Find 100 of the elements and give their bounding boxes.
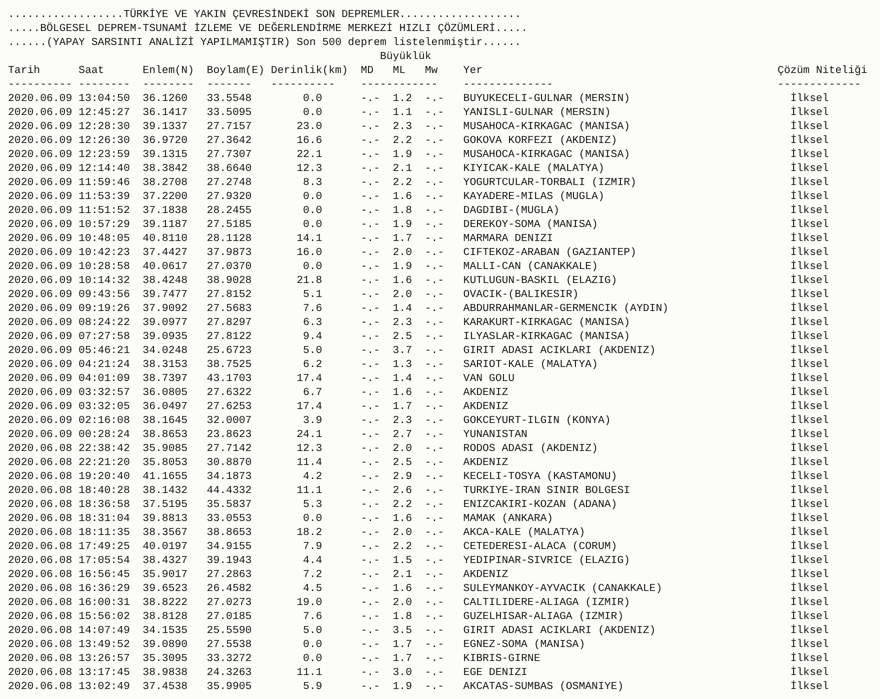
table-cell-text: İlksel (789, 442, 830, 456)
table-cell-text: 14:07:49 (78, 624, 131, 638)
table-cell-text: 12:23:59 (78, 148, 131, 162)
table-cell-text: 2.7 (392, 428, 413, 442)
table-cell-text: 17:05:54 (78, 554, 131, 568)
table-cell-text: -.- (424, 344, 446, 358)
table-cell: 0.0 (302, 260, 322, 274)
table-cell-text: 35.3095 (142, 652, 189, 666)
table-cell-text: İlksel (789, 568, 830, 582)
table-cell-text: -.- (360, 260, 381, 274)
table-cell: 0.0 (302, 106, 322, 120)
table-cell-text: -.- (360, 582, 381, 596)
table-cell-text: 39.0890 (142, 638, 189, 652)
table-cell: 17.4 (296, 372, 322, 386)
table-cell-text: -.- (360, 190, 381, 204)
table-cell-text: 1.7 (392, 232, 413, 246)
table-cell: 5.9 (302, 680, 322, 694)
table-cell-text: 13:02:49 (78, 680, 131, 694)
table-cell-text: 37.9873 (206, 246, 253, 260)
table-cell: 4.5 (302, 582, 322, 596)
dash-rule: -------------- (463, 78, 554, 92)
table-cell-text: GOKCEYURT-ILGIN (KONYA) (463, 414, 612, 428)
table-cell-text: 2.2 (392, 176, 413, 190)
table-cell-text: -.- (424, 484, 446, 498)
table-cell-text: -.- (424, 162, 446, 176)
table-cell-text: -.- (360, 176, 381, 190)
table-cell-text: 44.4332 (206, 484, 253, 498)
table-cell-text: 2.2 (392, 134, 413, 148)
table-cell: 0.0 (302, 190, 322, 204)
table-cell-text: -.- (424, 386, 446, 400)
table-cell-text: 34.9155 (206, 540, 253, 554)
table-cell-text: AKDENIZ (463, 386, 510, 400)
table-cell-text: -.- (424, 666, 446, 680)
table-cell: 5.0 (302, 344, 322, 358)
table-cell-text: KARAKURT-KIRKAGAC (MANISA) (463, 316, 632, 330)
table-cell-text: 38.8222 (142, 596, 189, 610)
table-cell-text: 2020.06.08 (8, 624, 74, 638)
table-cell-text: İlksel (789, 176, 830, 190)
table-cell-text: -.- (360, 400, 381, 414)
table-cell-text: İlksel (789, 596, 830, 610)
table-cell-text: -.- (360, 106, 381, 120)
table-cell-text: 27.2863 (206, 568, 253, 582)
column-header: MD (360, 64, 375, 78)
table-cell-text: İlksel (789, 134, 830, 148)
table-cell: 11.1 (296, 666, 322, 680)
table-cell-text: 18:40:28 (78, 484, 131, 498)
table-cell-text: -.- (424, 288, 446, 302)
table-cell-text: 28.2455 (206, 204, 253, 218)
table-cell-text: 33.5548 (206, 92, 253, 106)
table-cell-text: İlksel (789, 680, 830, 694)
table-cell-text: AKDENIZ (463, 456, 510, 470)
table-cell-text: RODOS ADASI (AKDENIZ) (463, 442, 599, 456)
dash-rule: -------- (142, 78, 195, 92)
table-cell-text: KUTLUGUN-BASKIL (ELAZIG) (463, 274, 618, 288)
table-cell-text: 3.5 (392, 624, 413, 638)
table-cell-text: -.- (360, 470, 381, 484)
table-cell-text: ILYASLAR-KIRKAGAC (MANISA) (463, 330, 632, 344)
table-cell-text: 2020.06.09 (8, 302, 74, 316)
table-cell-text: SARIOT-KALE (MALATYA) (463, 358, 599, 372)
table-cell-text: 2.9 (392, 470, 413, 484)
table-cell-text: 2020.06.09 (8, 134, 74, 148)
table-cell-text: 38.8653 (206, 526, 253, 540)
table-cell-text: 13:26:57 (78, 652, 131, 666)
table-cell-text: YANISLI-GULNAR (MERSIN) (463, 106, 612, 120)
table-cell-text: İlksel (789, 330, 830, 344)
table-cell-text: 10:48:05 (78, 232, 131, 246)
table-cell-text: 38.3842 (142, 162, 189, 176)
table-cell-text: AKDENIZ (463, 400, 510, 414)
table-cell-text: 38.8128 (142, 610, 189, 624)
table-cell-text: -.- (360, 148, 381, 162)
table-cell-text: İlksel (789, 554, 830, 568)
table-cell: 16.0 (296, 246, 322, 260)
table-cell-text: İlksel (789, 344, 830, 358)
table-cell-text: -.- (360, 512, 381, 526)
table-cell-text: 38.9028 (206, 274, 253, 288)
table-cell: 14.1 (296, 232, 322, 246)
table-cell-text: 02:16:08 (78, 414, 131, 428)
table-cell-text: MAMAK (ANKARA) (463, 512, 554, 526)
table-cell-text: -.- (424, 400, 446, 414)
table-cell: 17.4 (296, 400, 322, 414)
table-cell-text: 2020.06.09 (8, 204, 74, 218)
table-cell-text: 2.1 (392, 568, 413, 582)
table-cell-text: -.- (424, 568, 446, 582)
table-cell-text: 2020.06.09 (8, 190, 74, 204)
column-header: Tarih (8, 64, 42, 78)
table-cell-text: 2.0 (392, 288, 413, 302)
table-cell-text: 37.2200 (142, 190, 189, 204)
table-cell-text: 23.8623 (206, 428, 253, 442)
table-cell-text: 2.5 (392, 330, 413, 344)
table-cell-text: İlksel (789, 400, 830, 414)
table-cell-text: 27.9320 (206, 190, 253, 204)
table-cell-text: 2020.06.08 (8, 666, 74, 680)
table-cell-text: İlksel (789, 246, 830, 260)
table-cell-text: 37.4427 (142, 246, 189, 260)
table-cell-text: 2020.06.08 (8, 484, 74, 498)
table-cell-text: KIBRIS-GIRNE (463, 652, 542, 666)
table-cell-text: AKCA-KALE (MALATYA) (463, 526, 586, 540)
table-cell-text: -.- (360, 624, 381, 638)
table-cell-text: 39.1187 (142, 218, 189, 232)
table-cell-text: 2.3 (392, 316, 413, 330)
